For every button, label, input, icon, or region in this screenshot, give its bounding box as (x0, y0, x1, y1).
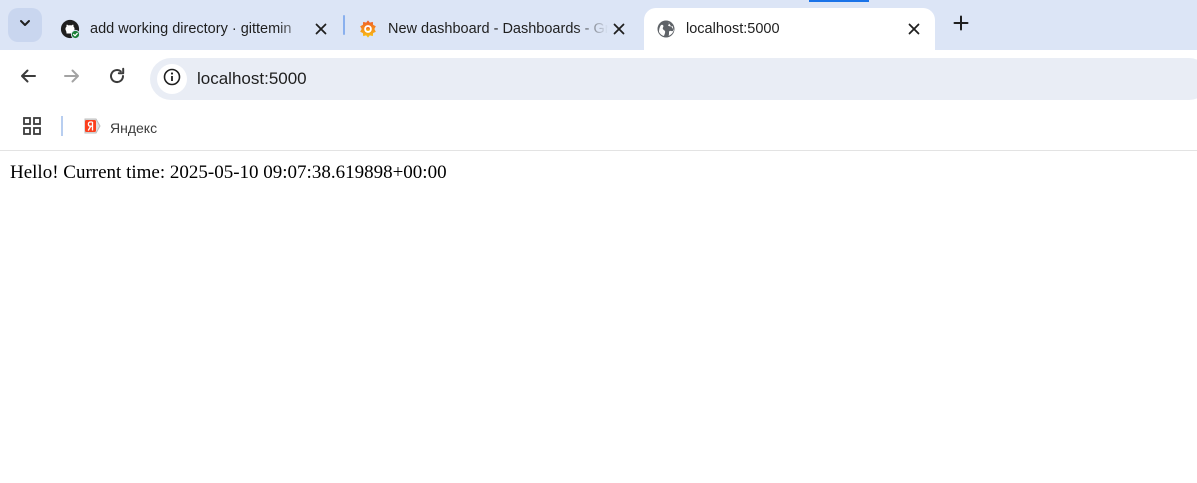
bookmarks-bar: Яндекс (0, 106, 1197, 151)
tab-localhost[interactable]: localhost:5000 (644, 8, 935, 50)
tab-title: New dashboard - Dashboards - Grafana (388, 21, 608, 37)
grafana-icon (358, 19, 378, 39)
close-icon[interactable] (310, 18, 332, 40)
apps-button[interactable] (18, 114, 46, 142)
new-tab-button[interactable] (946, 11, 976, 39)
browser-toolbar: localhost:5000 (0, 50, 1197, 106)
bookmarks-separator (61, 116, 63, 136)
arrow-left-icon (18, 66, 38, 91)
page-viewport: Hello! Current time: 2025-05-10 09:07:38… (0, 151, 1197, 483)
bookmark-yandex[interactable]: Яндекс (76, 113, 163, 143)
arrow-right-icon (62, 66, 82, 91)
forward-button[interactable] (56, 62, 88, 94)
github-icon (60, 19, 80, 39)
chevron-down-icon (18, 16, 32, 35)
tab-separator (343, 15, 345, 35)
reload-button[interactable] (101, 62, 133, 94)
reload-icon (107, 66, 127, 91)
tab-title: localhost:5000 (686, 21, 780, 37)
globe-icon (656, 19, 676, 39)
page-message: Hello! Current time: 2025-05-10 09:07:38… (10, 162, 447, 183)
site-info-button[interactable] (157, 64, 187, 94)
tab-github[interactable]: add working directory · gittemin (48, 8, 342, 50)
address-bar-url[interactable]: localhost:5000 (197, 58, 307, 100)
tab-strip-accent (809, 0, 869, 2)
tab-title: add working directory · gittemin (90, 21, 292, 37)
plus-icon (953, 15, 969, 36)
tab-grafana[interactable]: New dashboard - Dashboards - Grafana (346, 8, 640, 50)
close-icon[interactable] (608, 18, 630, 40)
back-button[interactable] (12, 62, 44, 94)
tab-strip: add working directory · gittemin New das… (0, 0, 1197, 50)
bookmark-label: Яндекс (110, 120, 158, 136)
address-bar[interactable]: localhost:5000 (150, 58, 1197, 100)
apps-grid-icon (22, 116, 42, 141)
close-icon[interactable] (903, 18, 925, 40)
tab-search-button[interactable] (8, 8, 42, 42)
info-icon (163, 68, 181, 91)
yandex-icon (82, 116, 102, 141)
